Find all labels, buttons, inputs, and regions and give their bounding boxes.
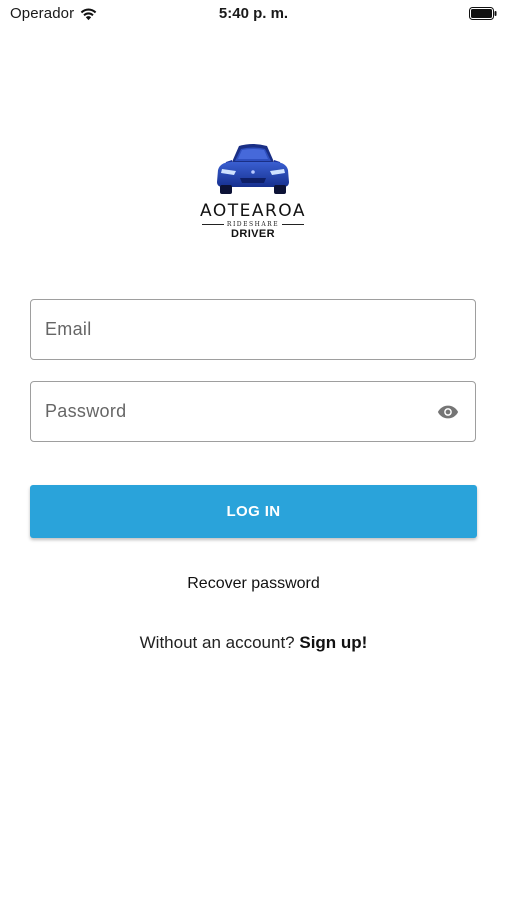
- email-input[interactable]: [45, 300, 425, 359]
- divider: [201, 224, 224, 225]
- app-logo: AOTEAROA RIDESHARE DRIVER: [190, 140, 316, 244]
- battery-icon: [469, 7, 497, 20]
- password-input[interactable]: [45, 382, 425, 441]
- brand-name: AOTEAROA: [200, 201, 306, 221]
- brand-tag: DRIVER: [231, 228, 275, 240]
- password-field-container: [30, 381, 476, 442]
- signup-link[interactable]: Sign up!: [299, 633, 367, 652]
- brand-subtitle: RIDESHARE: [226, 221, 280, 228]
- status-time: 5:40 p. m.: [218, 5, 289, 22]
- signup-row: Without an account? Sign up!: [0, 633, 507, 653]
- login-button[interactable]: LOG IN: [30, 485, 477, 538]
- recover-password-link[interactable]: Recover password: [0, 575, 507, 593]
- divider: [282, 224, 305, 225]
- signup-prompt: Without an account?: [139, 633, 295, 652]
- car-logo-icon: [217, 144, 289, 194]
- status-bar: Operador 5:40 p. m.: [0, 0, 507, 28]
- brand-subtitle-row: RIDESHARE: [190, 221, 316, 228]
- eye-icon[interactable]: [437, 401, 459, 423]
- email-field-container: [30, 299, 476, 360]
